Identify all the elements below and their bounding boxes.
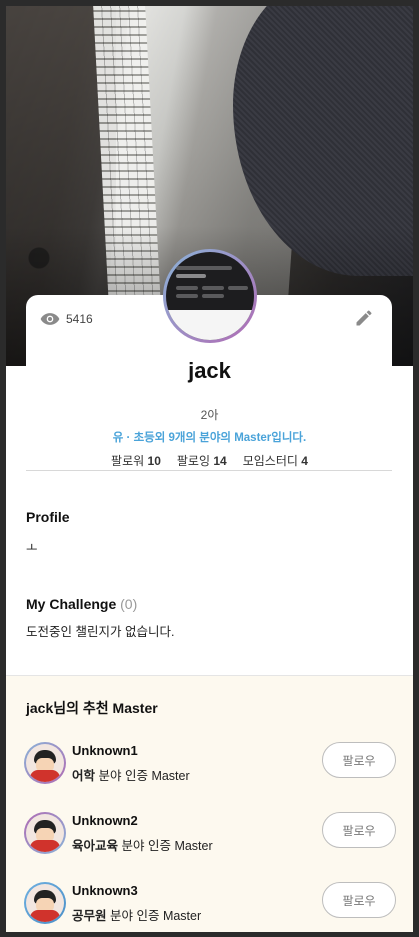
profile-info: jack 2아 유 · 초등외 9개의 분야의 Master입니다. 팔로워 1…: [6, 358, 413, 469]
view-count-value: 5416: [66, 312, 93, 326]
recommend-section: jack님의 추천 Master Unknown1 어학 분야 인증 Maste…: [6, 675, 413, 932]
recommend-item[interactable]: Unknown3 공무원 분야 인증 Master 팔로우: [24, 882, 396, 926]
follow-button[interactable]: 팔로우: [322, 742, 396, 778]
master-summary: 유 · 초등외 9개의 분야의 Master입니다.: [112, 432, 307, 444]
view-count: 5416: [40, 312, 93, 326]
follow-button[interactable]: 팔로우: [322, 812, 396, 848]
master-name: Unknown1: [72, 743, 138, 758]
challenge-empty-text: 도전중인 챌린지가 없습니다.: [26, 625, 175, 639]
profile-section-text: ㅗ: [26, 541, 38, 555]
master-name: Unknown3: [72, 883, 138, 898]
following-stat[interactable]: 팔로잉 14: [177, 452, 227, 469]
avatar[interactable]: [24, 882, 66, 924]
master-field: 육아교육 분야 인증 Master: [72, 839, 213, 853]
study-stat[interactable]: 모임스터디 4: [243, 452, 308, 469]
profile-avatar[interactable]: [163, 249, 257, 343]
pencil-icon[interactable]: [354, 308, 374, 328]
divider: [26, 470, 392, 471]
profile-screen: 5416 jack 2아 유 · 초등외 9개의 분야의 Master입니다. …: [6, 6, 413, 932]
stats-row: 팔로워 10 팔로잉 14 모임스터디 4: [6, 452, 413, 469]
followers-stat[interactable]: 팔로워 10: [111, 452, 161, 469]
master-name: Unknown2: [72, 813, 138, 828]
master-field: 어학 분야 인증 Master: [72, 769, 190, 783]
avatar[interactable]: [24, 812, 66, 854]
recommend-item[interactable]: Unknown2 육아교육 분야 인증 Master 팔로우: [24, 812, 396, 856]
recommend-title: jack님의 추천 Master: [26, 700, 158, 716]
follow-button[interactable]: 팔로우: [322, 882, 396, 918]
user-name: jack: [188, 358, 231, 383]
profile-section-title: Profile: [26, 509, 70, 525]
user-grade: 2아: [200, 408, 219, 422]
recommend-item[interactable]: Unknown1 어학 분야 인증 Master 팔로우: [24, 742, 396, 786]
master-field: 공무원 분야 인증 Master: [72, 909, 202, 923]
eye-icon: [40, 313, 60, 325]
challenge-count: (0): [120, 596, 138, 612]
challenge-section-title: My Challenge (0): [26, 596, 138, 612]
avatar[interactable]: [24, 742, 66, 784]
